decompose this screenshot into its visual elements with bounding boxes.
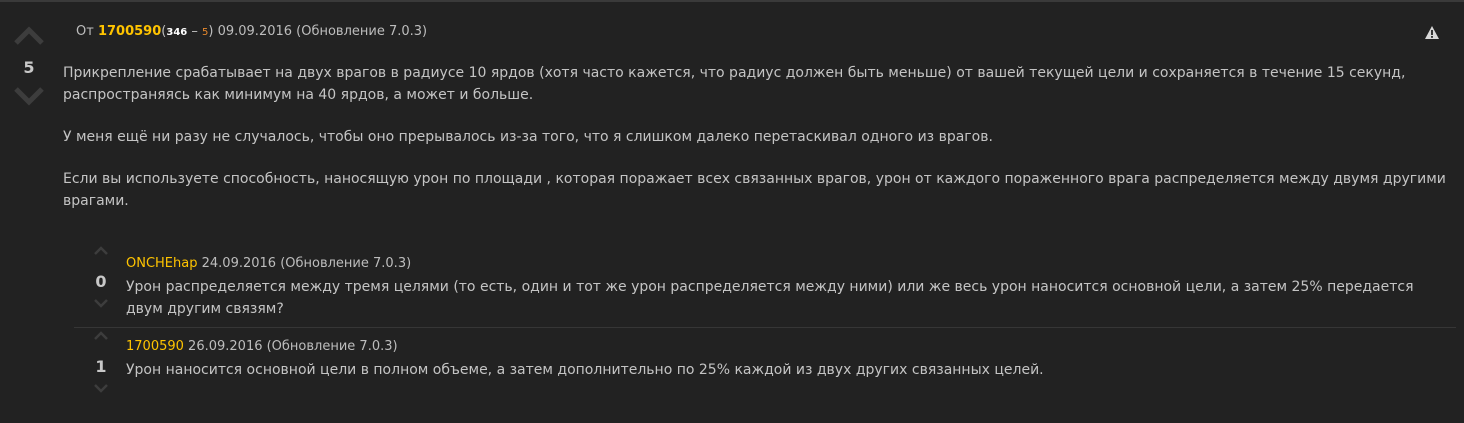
rep-positive: 346 [166,27,188,38]
reply-item: 1 1700590 26.09.2016 (Обновление 7.0.3) … [74,331,1456,411]
reply-body: Урон наносится основной цели в полном об… [126,362,1044,378]
main-date: 09.09.2016 (Обновление 7.0.3) [217,24,428,39]
rep-separator: – [187,24,202,39]
reply-header: 1700590 26.09.2016 (Обновление 7.0.3) [126,337,398,357]
upvote-arrow-icon[interactable] [93,246,109,256]
reply-header: ONCHEhap 24.09.2016 (Обновление 7.0.3) [126,254,411,274]
upvote-arrow-icon[interactable] [13,26,45,46]
main-score: 5 [23,58,35,77]
main-comment-header: От 1700590(346 – 5) 09.09.2016 (Обновлен… [76,22,427,43]
reply-vote-column: 0 [86,246,116,308]
reply-score: 0 [95,272,107,291]
reply-date: 24.09.2016 (Обновление 7.0.3) [201,256,412,271]
reply-score: 1 [95,357,107,376]
reply-author-link[interactable]: ONCHEhap [126,256,197,271]
downvote-arrow-icon[interactable] [13,86,45,106]
top-divider [0,0,1464,2]
paragraph: Прикрепление срабатывает на двух врагов … [63,65,1406,103]
downvote-arrow-icon[interactable] [93,298,109,308]
reply-item: 0 ONCHEhap 24.09.2016 (Обновление 7.0.3)… [74,246,1456,326]
paragraph: У меня ещё ни разу не случалось, чтобы о… [63,129,993,145]
rep-close: ) [208,24,214,39]
main-comment-body: Прикрепление срабатывает на двух врагов … [63,62,1448,232]
main-vote-column: 5 [8,26,50,106]
main-author-link[interactable]: 1700590 [98,24,161,39]
reply-date: 26.09.2016 (Обновление 7.0.3) [188,339,398,354]
reply-author-link[interactable]: 1700590 [126,339,184,354]
upvote-arrow-icon[interactable] [93,331,109,341]
from-label: От [76,24,94,39]
downvote-arrow-icon[interactable] [93,383,109,393]
reply-vote-column: 1 [86,331,116,393]
reply-divider [74,327,1456,328]
paragraph: Если вы используете способность, наносящ… [63,171,1446,209]
reply-body: Урон распределяется между тремя целями (… [126,279,1414,317]
report-warning-icon[interactable] [1424,25,1440,41]
